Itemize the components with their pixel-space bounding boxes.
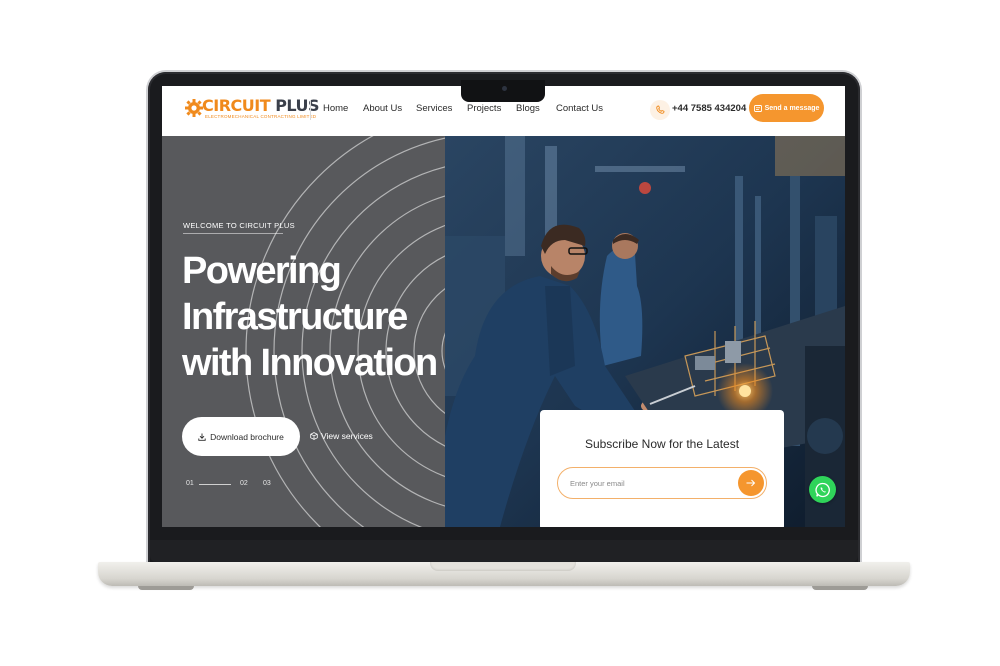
phone-number[interactable]: +44 7585 434204 [672, 103, 746, 114]
whatsapp-icon [814, 482, 830, 497]
subscribe-card: Subscribe Now for the Latest Enter your … [540, 410, 784, 527]
hero-headline-line: Powering [182, 250, 342, 292]
website-screen: CIRCUIT PLUS ELECTROMECHANICAL CONTRACTI… [162, 86, 845, 527]
whatsapp-button[interactable] [809, 476, 836, 503]
message-icon [753, 104, 762, 112]
slide-indicator-03[interactable]: 03 [263, 480, 271, 487]
hero-eyebrow: WELCOME TO CIRCUIT PLUS [183, 221, 295, 230]
laptop-base-groove [430, 562, 576, 571]
nav-services[interactable]: Services [416, 103, 452, 114]
gear-icon [185, 99, 203, 117]
nav-blogs[interactable]: Blogs [516, 103, 540, 114]
box-icon [310, 432, 318, 440]
download-brochure-label: Download brochure [210, 431, 284, 442]
download-icon [198, 433, 206, 441]
nav-about-us[interactable]: About Us [363, 103, 402, 114]
hero-headline-line: Infrastructure [182, 296, 408, 338]
brand-logo[interactable]: CIRCUIT PLUS ELECTROMECHANICAL CONTRACTI… [184, 96, 324, 124]
nav-contact-us[interactable]: Contact Us [556, 103, 603, 114]
nav-projects[interactable]: Projects [467, 103, 501, 114]
laptop-chin [150, 540, 858, 562]
view-services-button[interactable]: View services [310, 431, 373, 441]
nav-home[interactable]: Home [323, 103, 348, 114]
arrow-right-icon [746, 479, 756, 487]
nav-divider [310, 100, 311, 120]
slide-indicator-02[interactable]: 02 [240, 480, 248, 487]
laptop-foot [138, 586, 194, 590]
subscribe-title: Subscribe Now for the Latest [584, 437, 740, 451]
hero-headline-line: with Innovation [182, 342, 438, 384]
phone-icon-glyph [656, 105, 665, 114]
slide-indicator-01[interactable]: 01 [186, 480, 194, 487]
hero-text-panel: WELCOME TO CIRCUIT PLUS Powering Infrast… [162, 136, 445, 527]
email-field[interactable]: Enter your email [557, 467, 767, 499]
eyebrow-underline [183, 233, 283, 234]
brand-name: CIRCUIT PLUS [202, 96, 320, 115]
brand-name-part2: PLUS [275, 96, 320, 115]
laptop-notch [461, 80, 545, 102]
hero-headline: Powering Infrastructure with Innovation [182, 248, 444, 386]
email-placeholder: Enter your email [570, 479, 625, 488]
view-services-label: View services [321, 431, 373, 441]
brand-name-part1: CIRCUIT [202, 96, 271, 115]
send-message-button[interactable]: Send a message [749, 94, 824, 122]
download-brochure-button[interactable]: Download brochure [182, 417, 300, 456]
laptop-foot [812, 586, 868, 590]
send-message-label: Send a message [764, 104, 820, 112]
brand-tagline: ELECTROMECHANICAL CONTRACTING LIMITED [205, 114, 317, 119]
subscribe-submit-button[interactable] [738, 470, 764, 496]
camera-icon [502, 86, 507, 91]
phone-icon[interactable] [650, 100, 670, 120]
slide-progress-line [199, 484, 231, 485]
